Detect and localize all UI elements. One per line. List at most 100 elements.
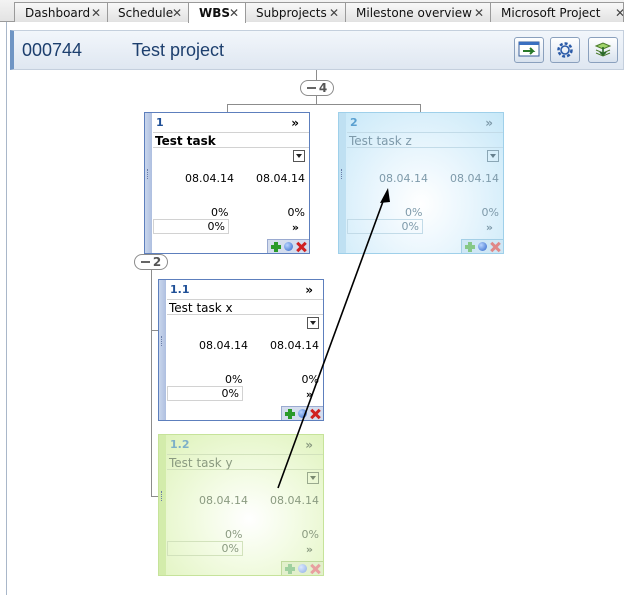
collapse-toggle-root[interactable]: 4 xyxy=(300,80,334,96)
task-name-field[interactable]: Test task y xyxy=(167,454,323,470)
progress-value: 0% xyxy=(225,528,243,541)
project-name: Test project xyxy=(132,40,225,60)
start-date[interactable]: 08.04.14 xyxy=(379,172,428,185)
export-icon xyxy=(518,41,540,57)
expand-details-button[interactable]: » xyxy=(485,116,493,130)
progress-value: 0% xyxy=(481,206,499,219)
info-dot-icon[interactable] xyxy=(477,242,487,251)
tab-label: Microsoft Project xyxy=(501,6,601,20)
start-date[interactable]: 08.04.14 xyxy=(199,494,248,507)
task-number: 1 xyxy=(156,116,164,129)
card-actions xyxy=(267,239,309,253)
delete-icon[interactable] xyxy=(310,564,320,574)
expand-details-button[interactable]: » xyxy=(305,283,313,297)
task-card-1-1[interactable]: 1.1 » Test task x 08.04.14 08.04.14 0% 0… xyxy=(158,279,324,421)
task-name-field[interactable]: Test task xyxy=(153,132,309,148)
progress-value: 0% xyxy=(225,373,243,386)
dropdown-icon[interactable] xyxy=(307,317,319,329)
layers-icon xyxy=(594,42,612,57)
tab-subprojects[interactable]: Subprojects ✕ xyxy=(245,2,346,22)
end-date[interactable]: 08.04.14 xyxy=(270,494,319,507)
task-number: 2 xyxy=(350,116,358,129)
expand-details-button[interactable]: » xyxy=(291,116,299,130)
export-button[interactable] xyxy=(514,37,544,63)
more-button[interactable]: » xyxy=(306,543,313,556)
task-number: 1.1 xyxy=(170,283,190,296)
more-button[interactable]: » xyxy=(306,388,313,401)
tab-label: Dashboard xyxy=(25,6,91,20)
card-drag-handle[interactable] xyxy=(145,113,152,253)
start-date[interactable]: 08.04.14 xyxy=(185,172,234,185)
dropdown-icon[interactable] xyxy=(307,472,319,484)
info-dot-icon[interactable] xyxy=(297,564,307,573)
progress-input[interactable]: 0% xyxy=(347,219,423,234)
expand-details-button[interactable]: » xyxy=(305,438,313,452)
task-name-field[interactable]: Test task x xyxy=(167,299,323,315)
close-icon[interactable]: ✕ xyxy=(172,6,182,20)
more-button[interactable]: » xyxy=(486,221,493,234)
child-count: 4 xyxy=(318,81,328,95)
settings-button[interactable] xyxy=(550,37,580,63)
tree-connector xyxy=(316,96,317,104)
dropdown-icon[interactable] xyxy=(293,150,305,162)
gear-icon xyxy=(557,42,573,58)
dropdown-icon[interactable] xyxy=(487,150,499,162)
close-icon[interactable]: ✕ xyxy=(329,6,339,20)
add-icon[interactable] xyxy=(285,408,296,419)
add-icon[interactable] xyxy=(285,563,296,574)
card-drag-handle[interactable] xyxy=(159,435,166,575)
close-icon[interactable]: ✕ xyxy=(229,6,239,20)
card-drag-handle[interactable] xyxy=(339,113,346,253)
tab-wbs[interactable]: WBS ✕ xyxy=(188,2,246,23)
tab-milestone-overview[interactable]: Milestone overview ✕ xyxy=(345,2,491,22)
tab-dashboard[interactable]: Dashboard ✕ xyxy=(14,2,108,22)
project-header: 000744 Test project xyxy=(10,30,624,70)
close-icon[interactable]: ✕ xyxy=(615,6,623,20)
delete-icon[interactable] xyxy=(296,242,306,252)
card-actions xyxy=(281,561,323,575)
task-name-field[interactable]: Test task z xyxy=(347,132,503,148)
tab-microsoft-project[interactable]: Microsoft Project ✕ xyxy=(490,2,624,22)
close-icon[interactable]: ✕ xyxy=(91,6,101,20)
add-icon[interactable] xyxy=(271,241,282,252)
task-card-1[interactable]: 1 » Test task 08.04.14 08.04.14 0% 0% 0%… xyxy=(144,112,310,254)
more-button[interactable]: » xyxy=(292,221,299,234)
info-dot-icon[interactable] xyxy=(297,409,307,418)
tab-strip: Dashboard ✕ Schedule ✕ WBS ✕ Subprojects… xyxy=(0,0,624,23)
close-icon[interactable]: ✕ xyxy=(474,6,484,20)
task-card-1-2[interactable]: 1.2 » Test task y 08.04.14 08.04.14 0% 0… xyxy=(158,434,324,576)
tab-label: Subprojects xyxy=(256,6,327,20)
progress-input[interactable]: 0% xyxy=(167,386,243,401)
end-date[interactable]: 08.04.14 xyxy=(270,339,319,352)
task-number: 1.2 xyxy=(170,438,190,451)
end-date[interactable]: 08.04.14 xyxy=(256,172,305,185)
card-drag-handle[interactable] xyxy=(159,280,166,420)
progress-value: 0% xyxy=(301,373,319,386)
project-id: 000744 xyxy=(22,40,83,60)
layers-button[interactable] xyxy=(588,37,618,63)
child-count: 2 xyxy=(152,255,162,269)
tab-schedule[interactable]: Schedule ✕ xyxy=(107,2,189,22)
progress-value: 0% xyxy=(211,206,229,219)
add-icon[interactable] xyxy=(465,241,476,252)
tab-label: Schedule xyxy=(118,6,174,20)
info-dot-icon[interactable] xyxy=(283,242,293,251)
progress-value: 0% xyxy=(287,206,305,219)
progress-value: 0% xyxy=(405,206,423,219)
start-date[interactable]: 08.04.14 xyxy=(199,339,248,352)
tree-connector xyxy=(227,104,420,105)
card-actions xyxy=(461,239,503,253)
progress-value: 0% xyxy=(301,528,319,541)
progress-input[interactable]: 0% xyxy=(153,219,229,234)
delete-icon[interactable] xyxy=(310,409,320,419)
task-card-2[interactable]: 2 » Test task z 08.04.14 08.04.14 0% 0% … xyxy=(338,112,504,254)
delete-icon[interactable] xyxy=(490,242,500,252)
end-date[interactable]: 08.04.14 xyxy=(450,172,499,185)
tab-label: Milestone overview xyxy=(356,6,472,20)
tab-label: WBS xyxy=(199,6,231,20)
card-actions xyxy=(281,406,323,420)
minus-icon xyxy=(140,261,150,263)
progress-input[interactable]: 0% xyxy=(167,541,243,556)
collapse-toggle-task-1[interactable]: 2 xyxy=(134,254,168,270)
tree-connector xyxy=(151,253,152,496)
